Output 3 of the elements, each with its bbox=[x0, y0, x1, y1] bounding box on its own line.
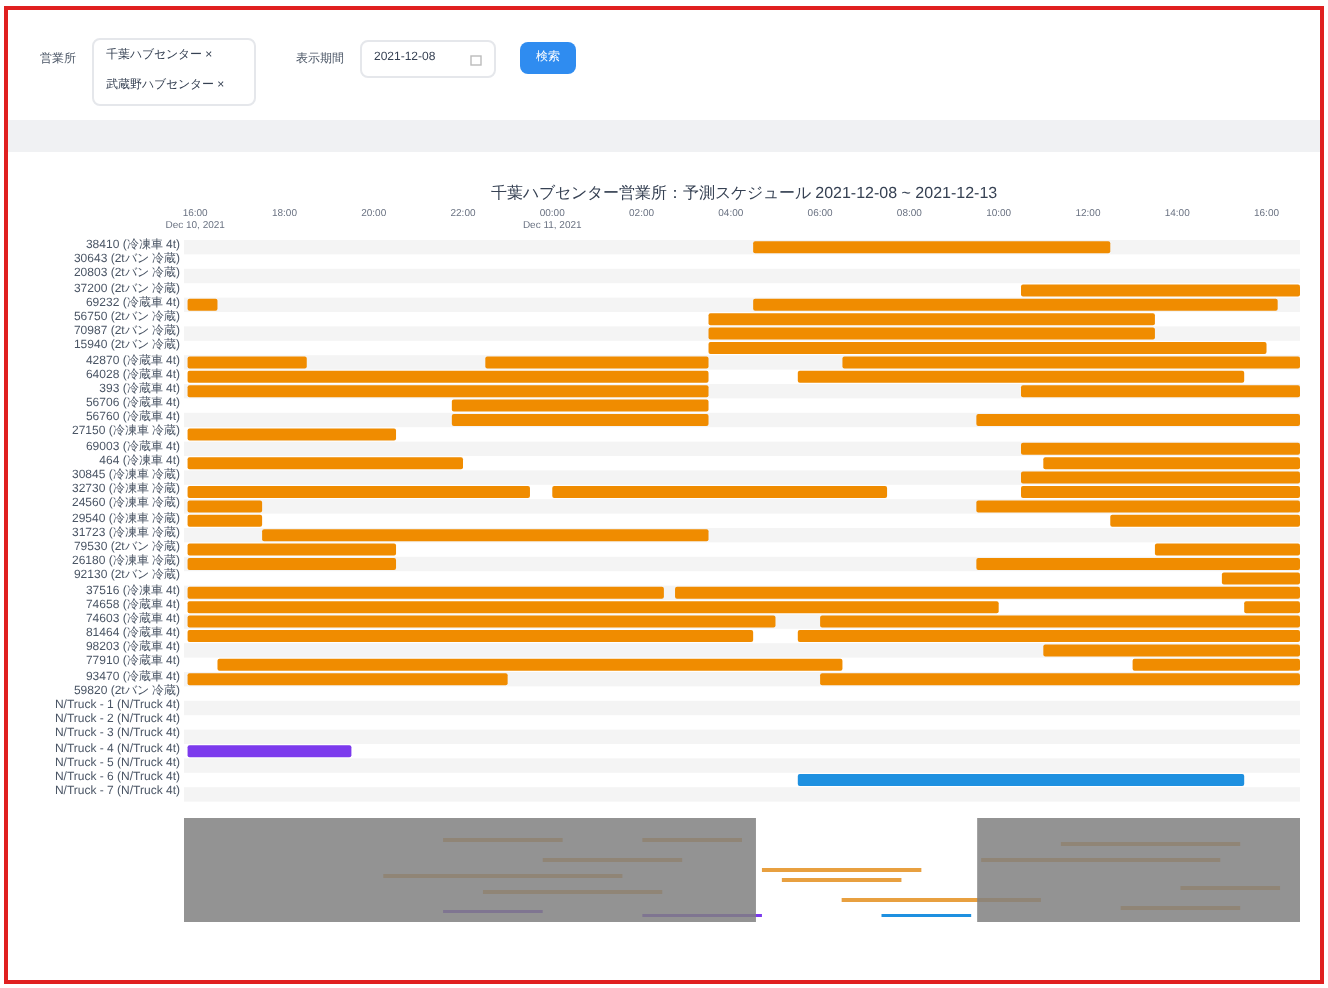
navigator-drawing[interactable] bbox=[184, 817, 1300, 922]
chart-title: 千葉ハブセンター営業所：予測スケジュール 2021-12-08 ~ 2021-12-13 bbox=[488, 184, 1000, 204]
calendar-icon bbox=[470, 53, 482, 65]
